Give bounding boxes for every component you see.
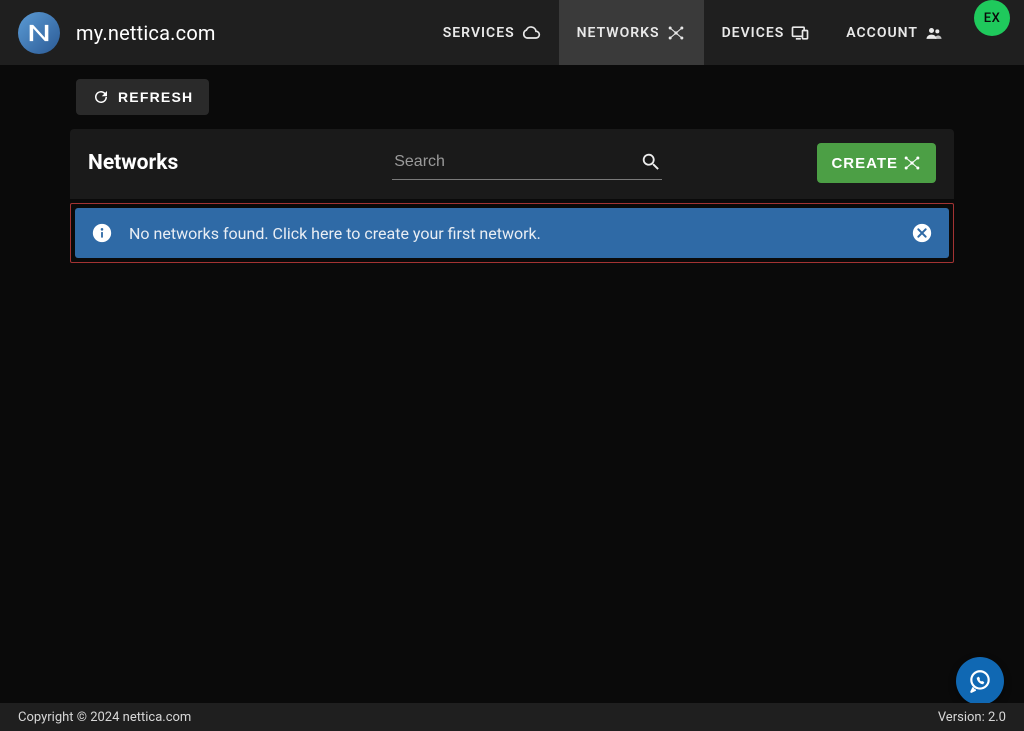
nav-services[interactable]: SERVICES xyxy=(425,0,559,65)
user-avatar[interactable]: EX xyxy=(974,0,1010,36)
search-field[interactable] xyxy=(392,147,662,180)
alert-message: No networks found. Click here to create … xyxy=(129,224,541,243)
main-nav: SERVICES NETWORKS DEVICES ACCOUNT EX xyxy=(425,0,1010,65)
footer: Copyright © 2024 nettica.com Version: 2.… xyxy=(0,703,1024,731)
refresh-icon xyxy=(92,88,110,106)
nav-devices-label: DEVICES xyxy=(722,25,785,41)
empty-networks-alert[interactable]: No networks found. Click here to create … xyxy=(75,208,949,258)
nav-account-label: ACCOUNT xyxy=(846,25,918,41)
search-icon xyxy=(640,151,662,173)
page-title: Networks xyxy=(88,151,178,175)
devices-icon xyxy=(790,23,810,43)
network-graph-icon xyxy=(902,153,922,173)
network-graph-icon xyxy=(666,23,686,43)
nav-devices[interactable]: DEVICES xyxy=(704,0,829,65)
cloud-icon xyxy=(521,23,541,43)
nav-networks[interactable]: NETWORKS xyxy=(559,0,704,65)
info-icon xyxy=(91,222,113,244)
close-icon[interactable] xyxy=(911,222,933,244)
top-bar: my.nettica.com SERVICES NETWORKS DEVICES… xyxy=(0,0,1024,65)
whatsapp-icon xyxy=(967,668,993,694)
search-input[interactable] xyxy=(392,147,640,177)
nav-networks-label: NETWORKS xyxy=(577,25,660,41)
refresh-label: REFRESH xyxy=(118,89,193,105)
footer-copyright: Copyright © 2024 nettica.com xyxy=(18,710,191,725)
footer-version: Version: 2.0 xyxy=(938,710,1006,725)
page-content: REFRESH Networks CREATE No networks foun… xyxy=(0,65,1024,263)
nav-account[interactable]: ACCOUNT xyxy=(828,0,962,65)
refresh-button[interactable]: REFRESH xyxy=(76,79,209,115)
networks-panel-header: Networks CREATE xyxy=(70,129,954,199)
nav-services-label: SERVICES xyxy=(443,25,515,41)
brand-title: my.nettica.com xyxy=(76,21,216,45)
alert-highlight: No networks found. Click here to create … xyxy=(70,203,954,263)
create-button[interactable]: CREATE xyxy=(817,143,936,183)
people-icon xyxy=(924,23,944,43)
brand-logo[interactable] xyxy=(18,12,60,54)
nettica-logo-icon xyxy=(25,19,53,47)
chat-fab[interactable] xyxy=(956,657,1004,705)
create-label: CREATE xyxy=(831,155,898,172)
